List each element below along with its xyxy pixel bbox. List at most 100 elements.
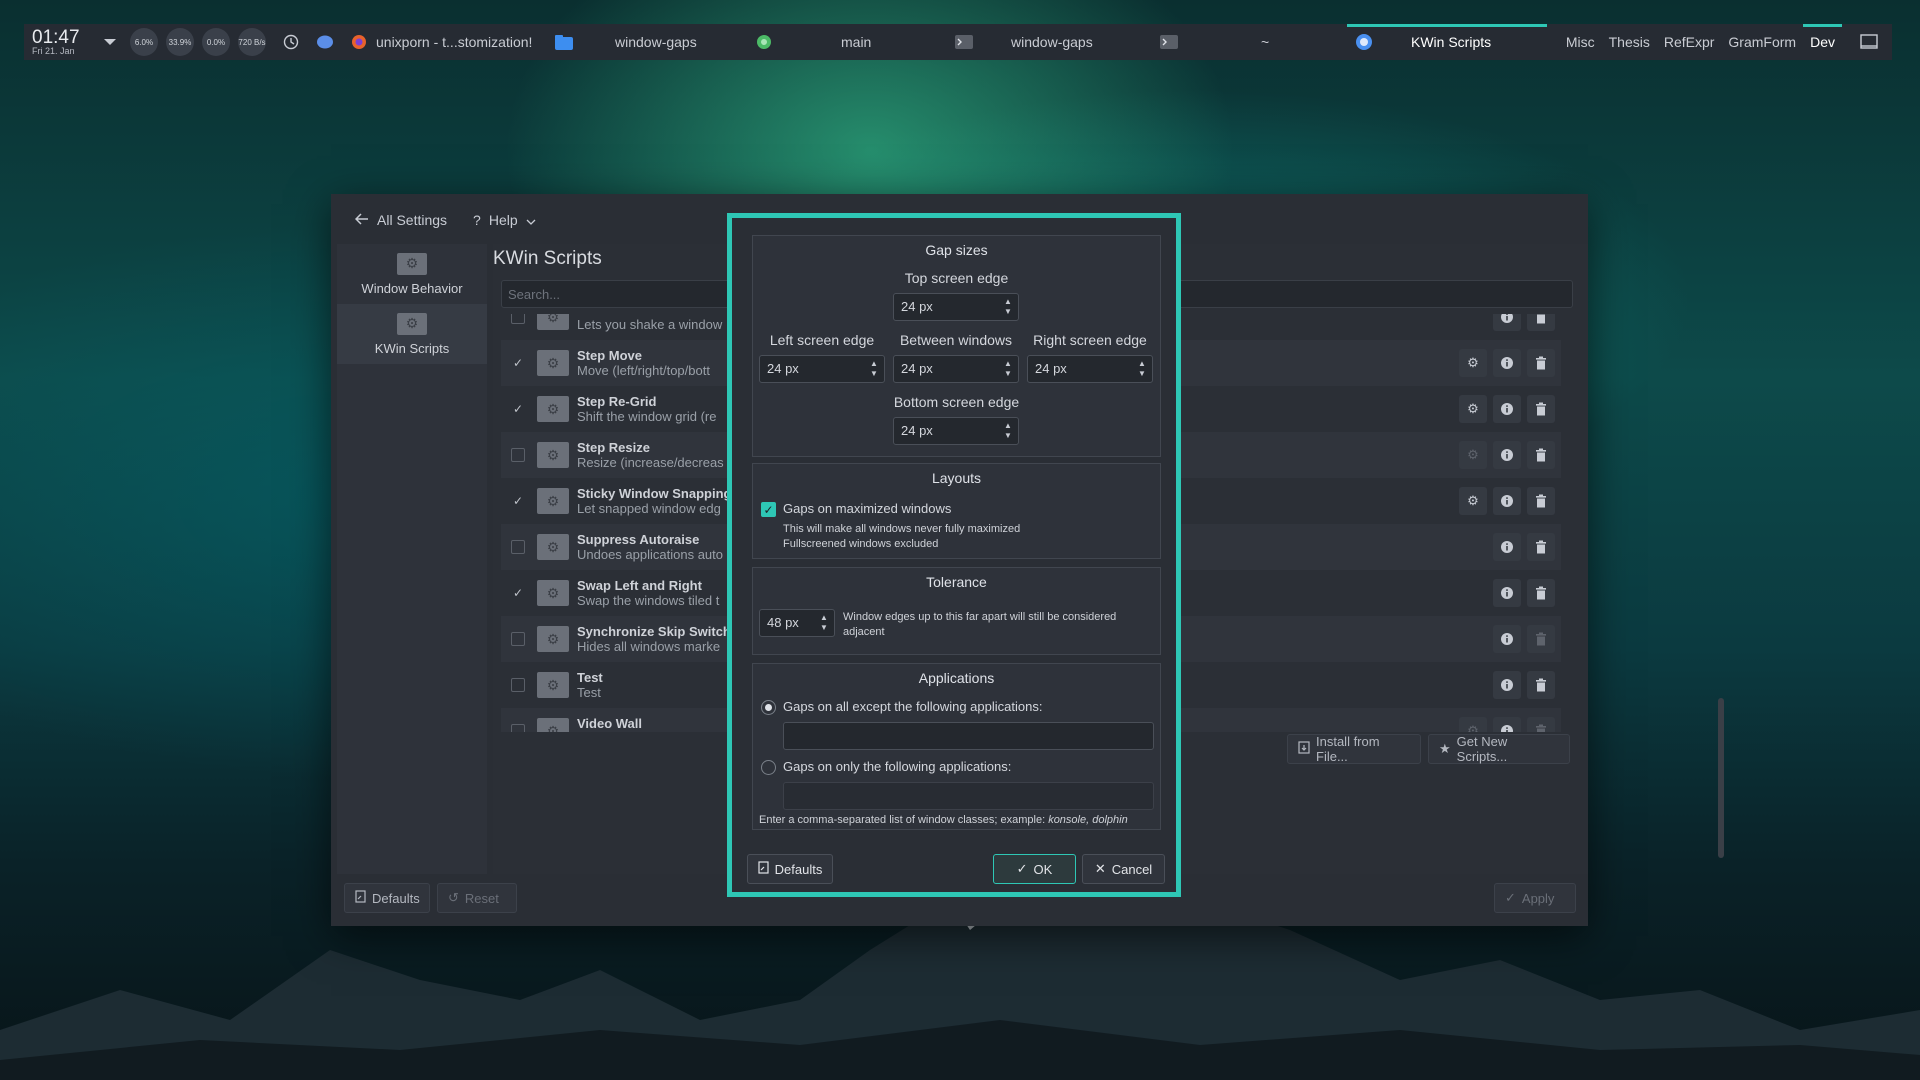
desktop-gramform[interactable]: GramForm (1721, 24, 1803, 60)
apply-button[interactable]: ✓ Apply (1494, 883, 1576, 913)
settings-icon (1355, 33, 1373, 51)
defaults-button[interactable]: Defaults (344, 883, 430, 913)
checkbox-label: Gaps on maximized windows (783, 501, 952, 516)
about-button[interactable] (1493, 395, 1521, 423)
only-applications-input[interactable] (783, 782, 1154, 810)
script-enable-checkbox[interactable] (511, 632, 525, 646)
task-firefox[interactable]: unixporn - t...stomization! (342, 24, 547, 60)
script-enable-checkbox[interactable]: ✓ (511, 356, 525, 370)
configure-button[interactable]: ⚙ (1459, 717, 1487, 732)
spin-arrows-icon[interactable]: ▲ ▼ (1004, 359, 1012, 379)
task-dolphin[interactable]: window-gaps (547, 24, 747, 60)
configure-button[interactable]: ⚙ (1459, 349, 1487, 377)
top-edge-spinbox[interactable]: 24 px ▲ ▼ (893, 293, 1019, 321)
delete-button[interactable] (1527, 314, 1555, 331)
scrollbar[interactable] (1718, 698, 1724, 858)
task-konsole-1[interactable]: window-gaps (947, 24, 1152, 60)
memory-meter[interactable]: 33.9% (166, 28, 194, 56)
script-enable-checkbox[interactable] (511, 678, 525, 692)
delete-button[interactable] (1527, 395, 1555, 423)
spin-arrows-icon[interactable]: ▲ ▼ (820, 613, 828, 633)
radio-gaps-only[interactable] (761, 760, 776, 775)
swap-meter[interactable]: 0.0% (202, 28, 230, 56)
cpu-meter[interactable]: 6.0% (130, 28, 158, 56)
script-actions: ⚙ (1459, 717, 1555, 732)
about-button[interactable] (1493, 349, 1521, 377)
install-from-file-button[interactable]: Install from File... (1287, 734, 1421, 764)
page-title: KWin Scripts (493, 248, 602, 269)
get-new-scripts-button[interactable]: ★ Get New Scripts... (1428, 734, 1570, 764)
task-main[interactable]: main (747, 24, 947, 60)
undo-icon: ↺ (448, 890, 459, 905)
clock-icon[interactable] (282, 33, 300, 51)
sidebar-item-label: Window Behavior (361, 280, 463, 296)
chevron-down-icon[interactable] (526, 212, 536, 228)
back-arrow-icon[interactable] (354, 212, 369, 228)
desktop-misc[interactable]: Misc (1559, 24, 1602, 60)
reset-button[interactable]: ↺ Reset (437, 883, 517, 913)
clock[interactable]: 01:47 Fri 21. Jan (24, 28, 92, 56)
sidebar-item-kwin-scripts[interactable]: ⚙ KWin Scripts (337, 304, 487, 364)
script-enable-checkbox[interactable] (511, 314, 525, 324)
applications-hint: Enter a comma-separated list of window c… (759, 813, 1128, 828)
script-name: Step Resize (577, 440, 650, 455)
delete-button[interactable] (1527, 579, 1555, 607)
delete-button[interactable] (1527, 625, 1555, 653)
desktop-refexpr[interactable]: RefExpr (1657, 24, 1722, 60)
script-enable-checkbox[interactable] (511, 448, 525, 462)
delete-button[interactable] (1527, 487, 1555, 515)
spin-arrows-icon[interactable]: ▲ ▼ (1004, 297, 1012, 317)
desktop-dev[interactable]: Dev (1803, 24, 1842, 60)
clock-time: 01:47 (32, 27, 80, 48)
except-applications-input[interactable] (783, 722, 1154, 750)
ok-button[interactable]: ✓ OK (993, 854, 1076, 884)
spin-arrows-icon[interactable]: ▲ ▼ (870, 359, 878, 379)
script-enable-checkbox[interactable] (511, 724, 525, 732)
about-button[interactable] (1493, 487, 1521, 515)
configure-button[interactable]: ⚙ (1459, 487, 1487, 515)
cancel-button[interactable]: ✕ Cancel (1082, 854, 1165, 884)
radio-gaps-except[interactable] (761, 700, 776, 715)
show-desktop-icon[interactable] (1860, 33, 1878, 51)
script-text: Step Resize Resize (increase/decreas (577, 440, 724, 470)
about-button[interactable] (1493, 441, 1521, 469)
task-kwin-scripts[interactable]: KWin Scripts (1347, 24, 1547, 60)
left-edge-spinbox[interactable]: 24 px ▲ ▼ (759, 355, 885, 383)
chevron-down-icon[interactable] (104, 39, 116, 45)
script-enable-checkbox[interactable]: ✓ (511, 586, 525, 600)
about-button[interactable] (1493, 314, 1521, 331)
configure-button[interactable]: ⚙ (1459, 395, 1487, 423)
spin-arrows-icon[interactable]: ▲ ▼ (1004, 421, 1012, 441)
configure-button[interactable]: ⚙ (1459, 441, 1487, 469)
delete-button[interactable] (1527, 671, 1555, 699)
bottom-edge-spinbox[interactable]: 24 px ▲ ▼ (893, 417, 1019, 445)
script-description: Test (577, 685, 601, 700)
tolerance-spinbox[interactable]: 48 px ▲ ▼ (759, 609, 835, 637)
delete-button[interactable] (1527, 349, 1555, 377)
gaps-on-maximized-checkbox[interactable]: ✓ (761, 502, 776, 517)
script-enable-checkbox[interactable]: ✓ (511, 494, 525, 508)
all-settings-link[interactable]: All Settings (377, 212, 447, 228)
script-enable-checkbox[interactable]: ✓ (511, 402, 525, 416)
radio-label: Gaps on only the following applications: (783, 759, 1012, 774)
right-edge-spinbox[interactable]: 24 px ▲ ▼ (1027, 355, 1153, 383)
network-meter[interactable]: 720 B/s (238, 28, 266, 56)
dialog-defaults-button[interactable]: Defaults (747, 854, 833, 884)
button-label: Get New Scripts... (1456, 734, 1508, 764)
delete-button[interactable] (1527, 717, 1555, 732)
about-button[interactable] (1493, 579, 1521, 607)
delete-button[interactable] (1527, 441, 1555, 469)
script-enable-checkbox[interactable] (511, 540, 525, 554)
task-konsole-2[interactable]: ~ (1152, 24, 1347, 60)
about-button[interactable] (1493, 533, 1521, 561)
between-windows-spinbox[interactable]: 24 px ▲ ▼ (893, 355, 1019, 383)
spin-arrows-icon[interactable]: ▲ ▼ (1138, 359, 1146, 379)
chat-icon[interactable] (316, 33, 334, 51)
delete-button[interactable] (1527, 533, 1555, 561)
sidebar-item-window-behavior[interactable]: ⚙ Window Behavior (337, 244, 487, 304)
desktop-thesis[interactable]: Thesis (1602, 24, 1657, 60)
about-button[interactable] (1493, 625, 1521, 653)
about-button[interactable] (1493, 671, 1521, 699)
help-menu[interactable]: Help (489, 212, 518, 228)
about-button[interactable] (1493, 717, 1521, 732)
